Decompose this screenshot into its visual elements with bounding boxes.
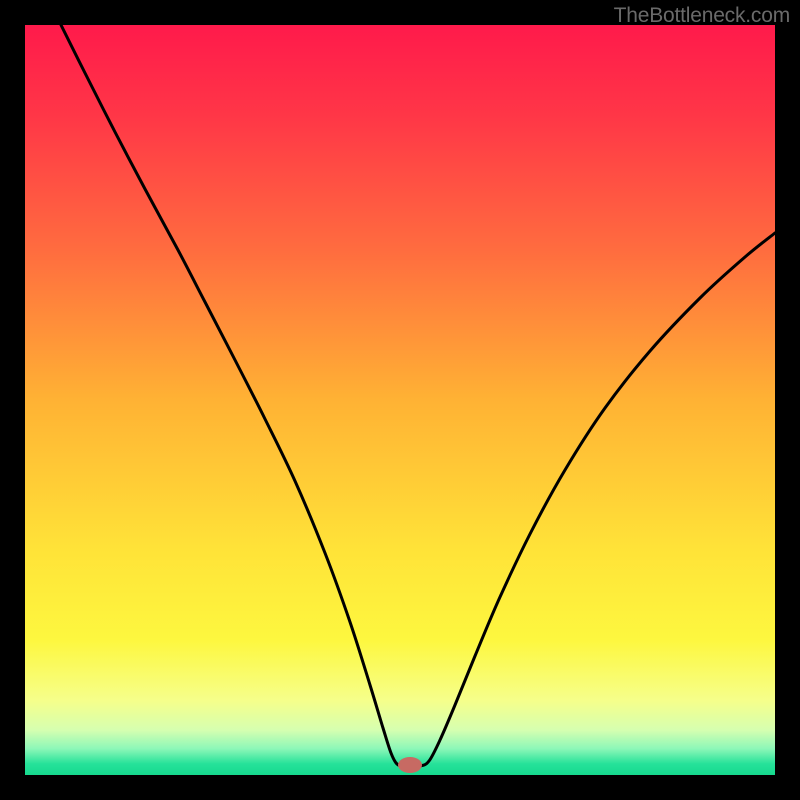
optimal-point-marker bbox=[398, 757, 422, 773]
watermark-text: TheBottleneck.com bbox=[614, 4, 790, 28]
chart-frame: TheBottleneck.com bbox=[0, 0, 800, 800]
gradient-background bbox=[25, 25, 775, 775]
chart-svg bbox=[25, 25, 775, 775]
chart-plot-area bbox=[25, 25, 775, 775]
